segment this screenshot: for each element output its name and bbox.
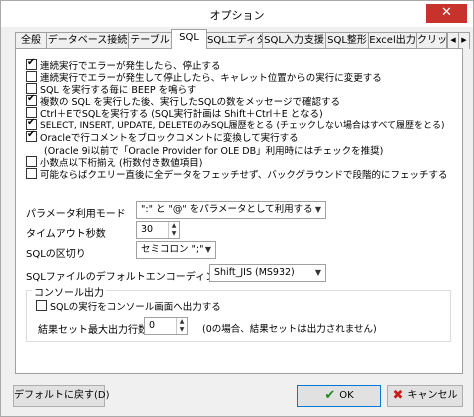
- encoding-select[interactable]: Shift_JIS (MS932) ▼: [209, 264, 326, 282]
- tab-sql-format[interactable]: SQL整形: [325, 32, 369, 49]
- tab-db-connection[interactable]: データベース接続: [46, 32, 129, 49]
- spin-up-icon[interactable]: ▲: [172, 222, 177, 229]
- checkbox-box[interactable]: [26, 156, 37, 167]
- chevron-down-icon: ▼: [204, 245, 211, 254]
- tab-scroll-right-icon[interactable]: ▶: [458, 32, 470, 49]
- delimiter-label: SQLの区切り: [26, 249, 86, 260]
- tab-general[interactable]: 全般: [15, 32, 47, 49]
- close-button[interactable]: ✕: [426, 4, 467, 23]
- tab-sql-editor[interactable]: SQLエディタ: [206, 32, 266, 49]
- max-rows-value: 0: [149, 320, 156, 331]
- options-window: オプション ✕ 全般 データベース接続 テーブル SQL SQLエディタ SQL…: [0, 0, 474, 417]
- title-bar: オプション ✕: [1, 1, 473, 27]
- checkbox-label: 可能ならばクエリー直後に全データをフェッチせず、バックグラウンドで段階的にフェッ…: [40, 169, 448, 181]
- checkbox-box[interactable]: [26, 71, 37, 82]
- timeout-label: タイムアウト秒数: [26, 229, 106, 240]
- restore-defaults-button[interactable]: デフォルトに戻す(D): [13, 385, 110, 407]
- cancel-button[interactable]: ✖ キャンセル: [387, 385, 463, 407]
- spin-buttons[interactable]: ▲ ▼: [176, 318, 187, 334]
- spin-buttons[interactable]: ▲ ▼: [168, 222, 179, 238]
- max-rows-label: 結果セット最大出力行数: [38, 325, 148, 336]
- spin-down-icon[interactable]: ▼: [180, 326, 185, 333]
- spin-up-icon[interactable]: ▲: [180, 318, 185, 325]
- checkbox-box[interactable]: [26, 129, 37, 142]
- tab-sql-input-assist[interactable]: SQL入力支援: [262, 32, 326, 49]
- max-rows-stepper[interactable]: 0 ▲ ▼: [144, 317, 188, 335]
- delimiter-select[interactable]: セミコロン ";" ▼: [136, 241, 216, 259]
- cancel-x-icon: ✖: [392, 388, 404, 403]
- tab-excel-output[interactable]: Excel出力: [368, 32, 417, 49]
- checkbox-console-output[interactable]: SQLの実行をコンソール画面へ出力する: [36, 299, 221, 313]
- checkmark-icon: ✔: [324, 388, 336, 403]
- max-rows-note: (0の場合、結果セットは出力されません): [202, 324, 377, 335]
- checkbox-background-fetch[interactable]: 可能ならばクエリー直後に全データをフェッチせず、バックグラウンドで段階的にフェッ…: [26, 167, 448, 181]
- param-mode-label: パラメータ利用モード: [26, 209, 126, 220]
- cancel-label: キャンセル: [407, 390, 458, 401]
- chevron-down-icon: ▼: [314, 268, 321, 277]
- checkbox-box[interactable]: [26, 93, 37, 106]
- delimiter-value: セミコロン ";": [141, 244, 204, 255]
- checkbox-box[interactable]: [26, 57, 37, 70]
- encoding-value: Shift_JIS (MS932): [214, 267, 295, 278]
- ok-label: OK: [339, 390, 354, 401]
- window-title: オプション: [209, 9, 265, 22]
- checkbox-label: Oracleで行コメントをブロックコメントに変換して実行する: [40, 132, 299, 144]
- tab-table[interactable]: テーブル: [128, 32, 172, 49]
- param-mode-value: ":" と "@" をパラメータとして利用する: [141, 204, 313, 215]
- tab-clip[interactable]: クリップ: [416, 32, 447, 49]
- tab-strip: 全般 データベース接続 テーブル SQL SQLエディタ SQL入力支援 SQL…: [15, 29, 471, 49]
- chevron-down-icon: ▼: [314, 205, 321, 214]
- encoding-label: SQLファイルのデフォルトエンコーディング: [26, 272, 226, 283]
- console-group-title: コンソール出力: [32, 284, 106, 299]
- checkbox-oracle-comment[interactable]: Oracleで行コメントをブロックコメントに変換して実行する: [26, 129, 299, 144]
- checkbox-box[interactable]: [26, 168, 37, 179]
- checkbox-label: SQLの実行をコンソール画面へ出力する: [50, 301, 221, 313]
- sql-settings-panel: 連続実行でエラーが発生したら、停止する 連続実行でエラーが発生して停止したら、キ…: [15, 48, 463, 374]
- ok-button[interactable]: ✔ OK: [297, 385, 381, 407]
- tab-sql[interactable]: SQL: [171, 29, 207, 49]
- param-mode-select[interactable]: ":" と "@" をパラメータとして利用する ▼: [136, 201, 326, 219]
- checkbox-box[interactable]: [36, 300, 47, 311]
- timeout-value: 30: [141, 224, 154, 235]
- timeout-stepper[interactable]: 30 ▲ ▼: [136, 221, 180, 239]
- spin-down-icon[interactable]: ▼: [172, 230, 177, 237]
